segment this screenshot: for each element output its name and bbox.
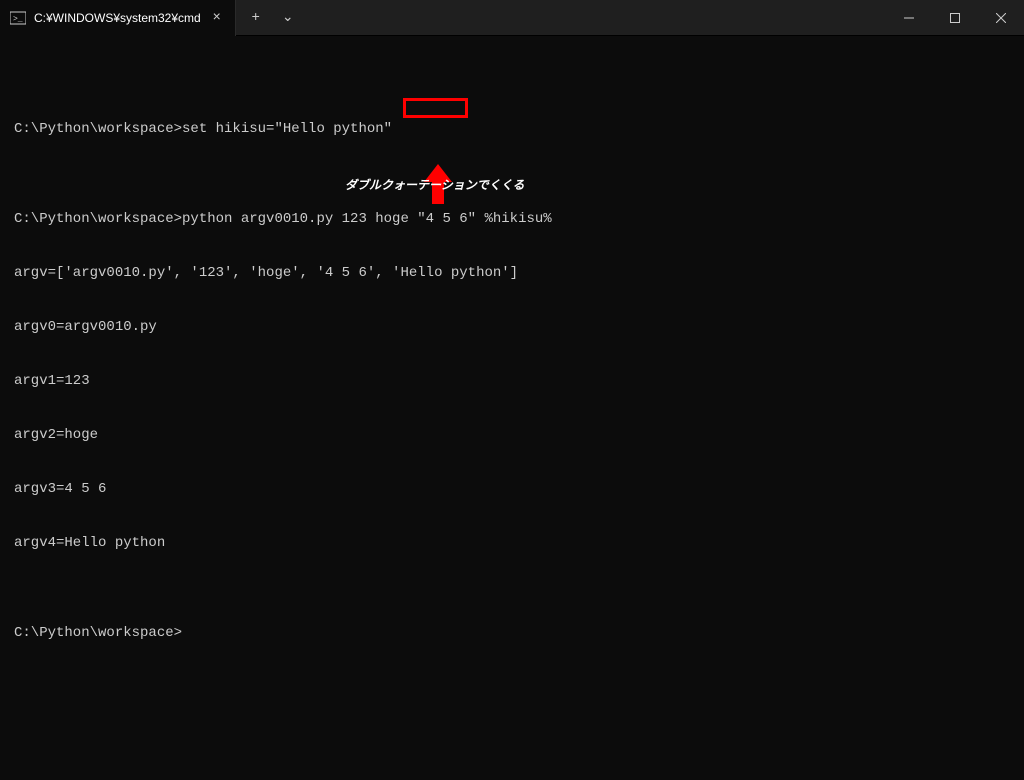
close-button[interactable] (978, 0, 1024, 36)
terminal-line: argv0=argv0010.py (14, 318, 1010, 336)
terminal-line: argv=['argv0010.py', '123', 'hoge', '4 5… (14, 264, 1010, 282)
terminal-output[interactable]: C:\Python\workspace>set hikisu="Hello py… (0, 36, 1024, 780)
terminal-line: C:\Python\workspace> (14, 624, 1010, 642)
tab-title: C:¥WINDOWS¥system32¥cmd (34, 11, 201, 25)
terminal-line: C:\Python\workspace>python argv0010.py 1… (14, 210, 1010, 228)
tab-actions: + ⌄ (236, 9, 308, 26)
annotation-highlight-box (403, 98, 468, 118)
tab-dropdown-button[interactable]: ⌄ (278, 9, 298, 26)
terminal-line: argv1=123 (14, 372, 1010, 390)
tab-close-button[interactable]: × (209, 10, 225, 26)
terminal-line: C:\Python\workspace>set hikisu="Hello py… (14, 120, 1010, 138)
svg-text:>_: >_ (13, 15, 23, 24)
cmd-icon: >_ (10, 10, 26, 26)
annotation-text: ダブルクォーテーションでくくる (345, 176, 525, 194)
tab-active[interactable]: >_ C:¥WINDOWS¥system32¥cmd × (0, 0, 236, 36)
terminal-line: argv2=hoge (14, 426, 1010, 444)
terminal-line: argv4=Hello python (14, 534, 1010, 552)
maximize-button[interactable] (932, 0, 978, 36)
new-tab-button[interactable]: + (246, 10, 266, 26)
minimize-button[interactable] (886, 0, 932, 36)
terminal-line: argv3=4 5 6 (14, 480, 1010, 498)
window-controls (886, 0, 1024, 36)
titlebar: >_ C:¥WINDOWS¥system32¥cmd × + ⌄ (0, 0, 1024, 36)
